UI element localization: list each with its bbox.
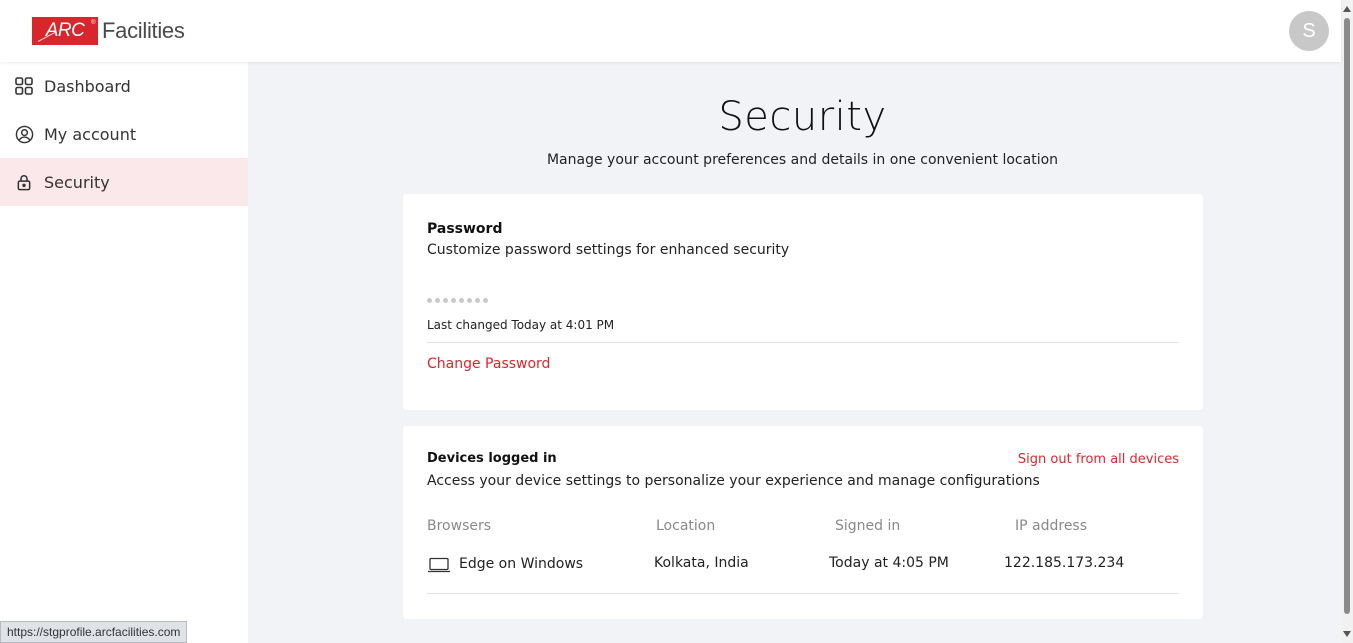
arc-facilities-logo[interactable]: ARC ® Facilities bbox=[32, 16, 185, 46]
sidebar-item-security[interactable]: Security bbox=[0, 158, 248, 206]
grid-icon bbox=[14, 76, 34, 96]
masked-password bbox=[427, 298, 488, 303]
sidebar-item-dashboard[interactable]: Dashboard bbox=[0, 62, 248, 110]
devices-card: Devices logged in Sign out from all devi… bbox=[403, 426, 1203, 619]
devices-card-title: Devices logged in bbox=[427, 451, 557, 466]
page-title: Security bbox=[718, 94, 887, 140]
devices-card-description: Access your device settings to personali… bbox=[427, 473, 1040, 489]
scrollbar-thumb[interactable] bbox=[1344, 18, 1350, 614]
sign-out-all-devices-link[interactable]: Sign out from all devices bbox=[1018, 452, 1179, 467]
sidebar-item-my-account[interactable]: My account bbox=[0, 110, 248, 158]
device-browser: Edge on Windows bbox=[459, 556, 584, 572]
column-header-location: Location bbox=[656, 518, 716, 534]
status-bar-url: https://stgprofile.arcfacilities.com bbox=[0, 621, 188, 643]
device-ip-address: 122.185.173.234 bbox=[1004, 555, 1125, 571]
divider bbox=[427, 593, 1179, 594]
main-content: Security Manage your account preferences… bbox=[248, 62, 1341, 643]
user-avatar[interactable]: S bbox=[1289, 11, 1329, 51]
scroll-up-arrow-icon[interactable] bbox=[1343, 6, 1351, 12]
scroll-down-arrow-icon[interactable] bbox=[1343, 631, 1351, 637]
password-card: Password Customize password settings for… bbox=[403, 194, 1203, 410]
change-password-link[interactable]: Change Password bbox=[427, 356, 550, 372]
logo-mark-text: ARC bbox=[45, 20, 85, 41]
sidebar-item-label: My account bbox=[44, 124, 137, 144]
user-circle-icon bbox=[14, 124, 34, 144]
laptop-icon bbox=[428, 557, 450, 573]
logo-text: Facilities bbox=[102, 18, 185, 43]
sidebar: Dashboard My account Security bbox=[0, 62, 248, 643]
avatar-initial: S bbox=[1302, 19, 1316, 42]
column-header-signed-in: Signed in bbox=[835, 518, 901, 534]
arc-logo-mark: ARC ® bbox=[32, 17, 98, 45]
password-card-description: Customize password settings for enhanced… bbox=[427, 242, 790, 258]
device-location: Kolkata, India bbox=[654, 555, 749, 571]
lock-icon bbox=[14, 172, 34, 192]
sidebar-item-label: Security bbox=[44, 172, 110, 192]
top-bar: ARC ® Facilities S bbox=[0, 0, 1341, 62]
password-card-title: Password bbox=[427, 221, 503, 237]
column-header-ip-address: IP address bbox=[1015, 518, 1088, 534]
vertical-scrollbar[interactable] bbox=[1341, 0, 1353, 643]
divider bbox=[427, 342, 1179, 343]
password-last-changed: Last changed Today at 4:01 PM bbox=[427, 318, 615, 332]
sidebar-item-label: Dashboard bbox=[44, 76, 131, 96]
column-header-browsers: Browsers bbox=[427, 518, 492, 534]
device-signed-in: Today at 4:05 PM bbox=[829, 555, 949, 571]
page-subtitle: Manage your account preferences and deta… bbox=[546, 152, 1059, 168]
